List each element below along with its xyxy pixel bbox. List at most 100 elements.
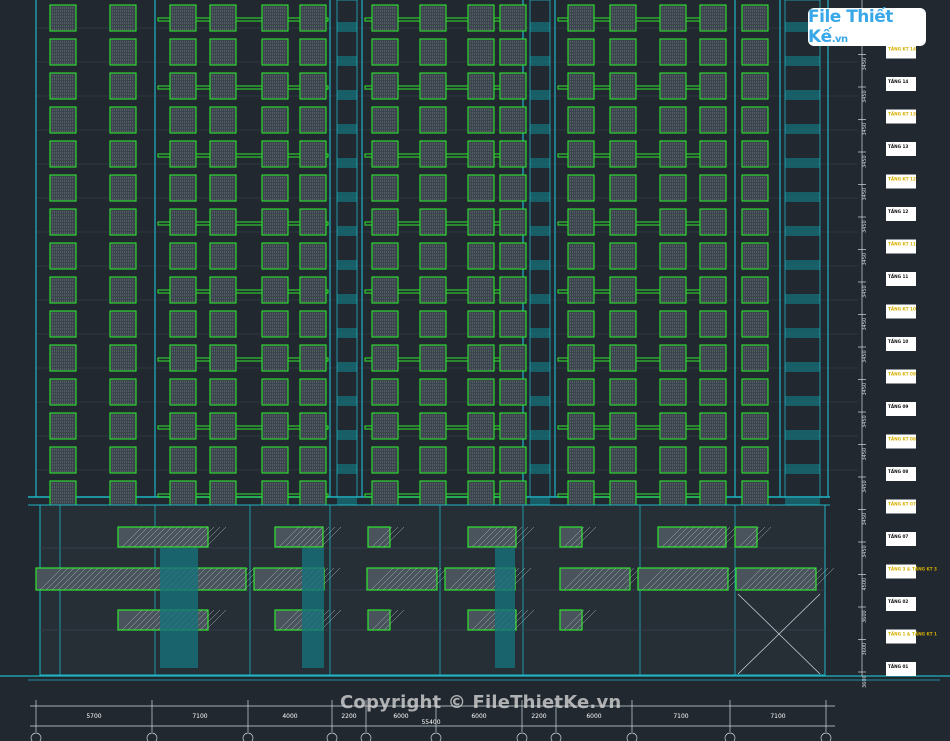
window-panel [49, 208, 77, 236]
window-panel [567, 276, 595, 304]
window-panel [659, 72, 687, 100]
window-panel [741, 140, 769, 168]
window-panel [169, 38, 197, 66]
bay-dimension-text: 6000 [393, 713, 408, 720]
window-panel [299, 106, 327, 134]
window-panel [609, 480, 637, 508]
window-panel [741, 72, 769, 100]
window-panel [209, 106, 237, 134]
window-panel [261, 38, 289, 66]
window-panel [49, 38, 77, 66]
core-shaft-band [785, 430, 820, 440]
window-panel [49, 446, 77, 474]
window-panel [609, 446, 637, 474]
window-panel [499, 378, 527, 406]
window-panel [467, 4, 495, 32]
window-panel [567, 72, 595, 100]
window-panel [499, 4, 527, 32]
core-shaft-band [785, 90, 820, 100]
core-shaft-band [337, 22, 357, 32]
window-panel [567, 174, 595, 202]
window-panel [567, 480, 595, 508]
podium-elevation [35, 504, 835, 676]
total-dimension-text: 55400 [421, 719, 440, 726]
core-shaft-band [337, 56, 357, 66]
window-panel [567, 38, 595, 66]
window-panel [371, 106, 399, 134]
window-panel [741, 446, 769, 474]
grid-bubble [242, 732, 254, 741]
core-shaft-band [337, 158, 357, 168]
window-panel [467, 480, 495, 508]
bay-dimension-text: 5700 [86, 713, 101, 720]
core-shaft-band [785, 328, 820, 338]
grid-bubble [30, 732, 42, 741]
window-panel [467, 140, 495, 168]
window-panel [371, 174, 399, 202]
window-panel [109, 378, 137, 406]
window-panel [609, 4, 637, 32]
storey-height-label: 3450 [862, 350, 868, 363]
window-panel [699, 310, 727, 338]
window-panel [699, 208, 727, 236]
window-panel [467, 276, 495, 304]
storey-height-label: 3450 [862, 285, 868, 298]
storey-height-label: 3600 [862, 643, 868, 656]
window-panel [261, 378, 289, 406]
window-panel [699, 446, 727, 474]
window-panel [109, 208, 137, 236]
core-shaft-band [530, 294, 550, 304]
window-panel [741, 276, 769, 304]
window-panel [209, 480, 237, 508]
window-panel [419, 412, 447, 440]
window-panel [659, 174, 687, 202]
core-shaft-band [530, 158, 550, 168]
podium-glazing [495, 548, 515, 668]
window-panel [741, 38, 769, 66]
core-shaft-band [785, 260, 820, 270]
window-panel [169, 446, 197, 474]
bay-dimension-text: 2200 [531, 713, 546, 720]
window-panel [49, 378, 77, 406]
window-panel [419, 446, 447, 474]
window-panel [467, 344, 495, 372]
storey-height-label: 3450 [862, 318, 868, 331]
level-label: TẦNG 3 & TẦNG KT 3 [888, 567, 937, 572]
window-panel [499, 140, 527, 168]
window-panel [699, 72, 727, 100]
window-panel [467, 72, 495, 100]
window-panel [499, 446, 527, 474]
window-panel [261, 106, 289, 134]
window-panel [419, 174, 447, 202]
window-panel [209, 4, 237, 32]
storey-height-label: 3450 [862, 58, 868, 71]
window-panel [741, 344, 769, 372]
core-shaft-band [530, 90, 550, 100]
window-panel [419, 4, 447, 32]
window-panel [371, 344, 399, 372]
window-panel [261, 242, 289, 270]
level-label: TẦNG KT 12 [888, 177, 916, 182]
window-panel [49, 72, 77, 100]
window-panel [209, 344, 237, 372]
window-panel [299, 208, 327, 236]
core-shaft-band [530, 192, 550, 202]
grid-bubble [626, 732, 638, 741]
core-shaft-band [337, 396, 357, 406]
grid-bubble [146, 732, 158, 741]
bay-dimension-text: 2200 [341, 713, 356, 720]
core-shaft-band [530, 56, 550, 66]
window-panel [169, 310, 197, 338]
window-panel [109, 412, 137, 440]
window-panel [169, 276, 197, 304]
podium-glazing [302, 548, 324, 668]
window-panel [567, 4, 595, 32]
window-panel [49, 4, 77, 32]
window-panel [299, 38, 327, 66]
window-panel [299, 242, 327, 270]
core-shaft-outline [336, 0, 358, 498]
window-panel [261, 174, 289, 202]
window-panel [371, 310, 399, 338]
building-elevation-drawing: TẦNG 153450TẦNG KT 143450TẦNG 143450TẦNG… [0, 0, 950, 741]
window-panel [169, 242, 197, 270]
